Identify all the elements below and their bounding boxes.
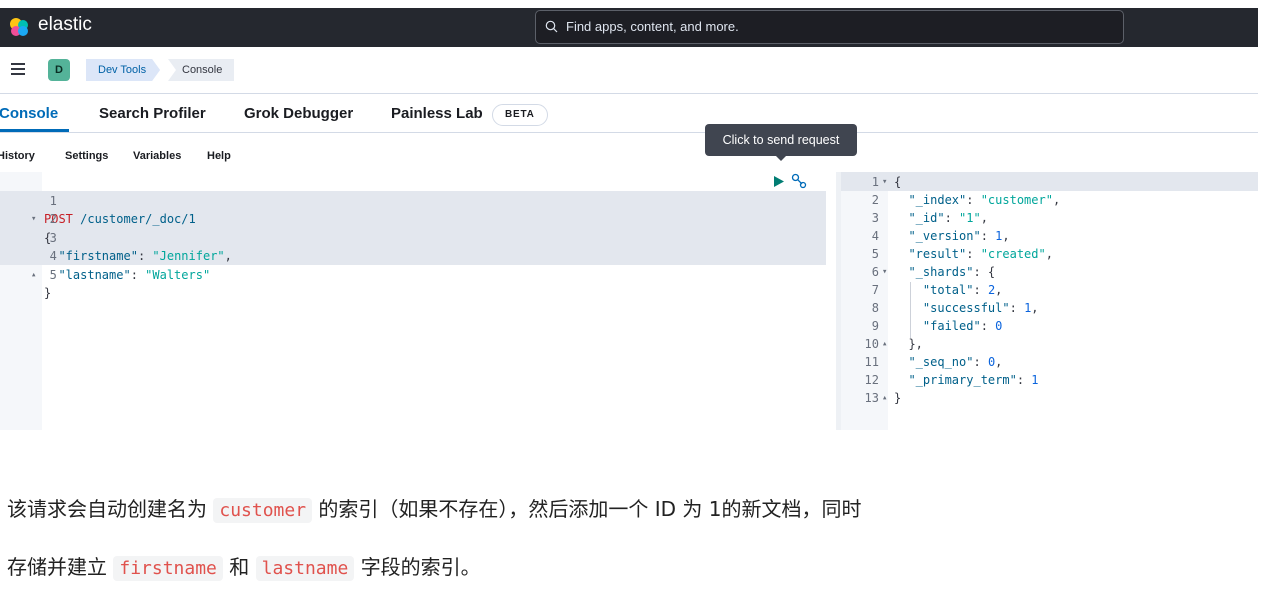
editor-line: 2 ▾ { bbox=[31, 212, 57, 245]
editor-line: 3 "firstname": "Jennifer", bbox=[49, 230, 232, 264]
response-pane: 1 ▾{ 2 "_index": "customer", 3 "_id": "1"… bbox=[841, 172, 1258, 430]
top-header-bar: elastic Find apps, content, and more. bbox=[0, 8, 1258, 47]
response-line-highlight bbox=[841, 172, 1258, 191]
tab-console[interactable]: Console bbox=[0, 105, 58, 122]
inline-code-lastname: lastname bbox=[255, 556, 355, 581]
dev-tools-tabs: Console Search Profiler Grok Debugger Pa… bbox=[0, 94, 1258, 133]
menu-help[interactable]: Help bbox=[207, 150, 231, 162]
send-request-tooltip: Click to send request bbox=[705, 124, 857, 156]
fold-arrow-icon[interactable]: ▾ bbox=[882, 173, 887, 192]
fold-arrow-icon[interactable]: ▴ bbox=[882, 335, 887, 354]
hamburger-menu-icon[interactable] bbox=[11, 63, 25, 75]
fold-arrow-icon[interactable]: ▾ bbox=[31, 210, 36, 229]
fold-arrow-icon[interactable]: ▴ bbox=[31, 266, 36, 285]
play-icon[interactable] bbox=[774, 176, 784, 187]
search-icon bbox=[545, 20, 558, 33]
menu-settings[interactable]: Settings bbox=[65, 150, 108, 162]
menu-variables[interactable]: Variables bbox=[133, 150, 181, 162]
request-path: /customer/_doc/1 bbox=[80, 212, 196, 226]
breadcrumb-bar: D Dev Tools Console bbox=[0, 47, 1258, 94]
fold-arrow-icon[interactable]: ▴ bbox=[882, 389, 887, 408]
wrench-icon[interactable] bbox=[791, 173, 807, 189]
elastic-logo-icon[interactable] bbox=[8, 16, 30, 38]
request-editor[interactable]: 1 POST /customer/_doc/1 2 ▾ { 3 "firstnam… bbox=[0, 172, 836, 430]
tooltip-arrow bbox=[775, 155, 787, 161]
inline-code-firstname: firstname bbox=[113, 556, 223, 581]
breadcrumb-console: Console bbox=[168, 59, 235, 81]
tab-grok-debugger[interactable]: Grok Debugger bbox=[244, 105, 353, 122]
editor-line: 5 ▴ } bbox=[31, 267, 57, 301]
inline-code-customer: customer bbox=[213, 498, 313, 523]
global-search-input[interactable]: Find apps, content, and more. bbox=[535, 10, 1124, 44]
search-placeholder: Find apps, content, and more. bbox=[566, 19, 739, 34]
brand-name[interactable]: elastic bbox=[38, 14, 92, 36]
space-avatar[interactable]: D bbox=[48, 59, 70, 81]
editor-line: 1 POST /customer/_doc/1 bbox=[44, 193, 196, 227]
fold-arrow-icon[interactable]: ▾ bbox=[882, 263, 887, 282]
article-paragraph-line-2: 存储并建立 firstname 和 lastname 字段的索引。 bbox=[7, 555, 481, 581]
active-tab-indicator bbox=[0, 129, 69, 132]
tab-search-profiler[interactable]: Search Profiler bbox=[99, 105, 206, 122]
article-paragraph-line-1: 该请求会自动创建名为 customer 的索引（如果不存在），然后添加一个 ID… bbox=[7, 497, 862, 523]
menu-history[interactable]: History bbox=[0, 150, 35, 162]
beta-badge: BETA bbox=[492, 104, 548, 126]
editor-line: 4 "lastname": "Walters" bbox=[49, 249, 211, 282]
breadcrumb-dev-tools[interactable]: Dev Tools bbox=[86, 59, 160, 81]
tab-painless-lab[interactable]: Painless Lab bbox=[391, 105, 483, 122]
